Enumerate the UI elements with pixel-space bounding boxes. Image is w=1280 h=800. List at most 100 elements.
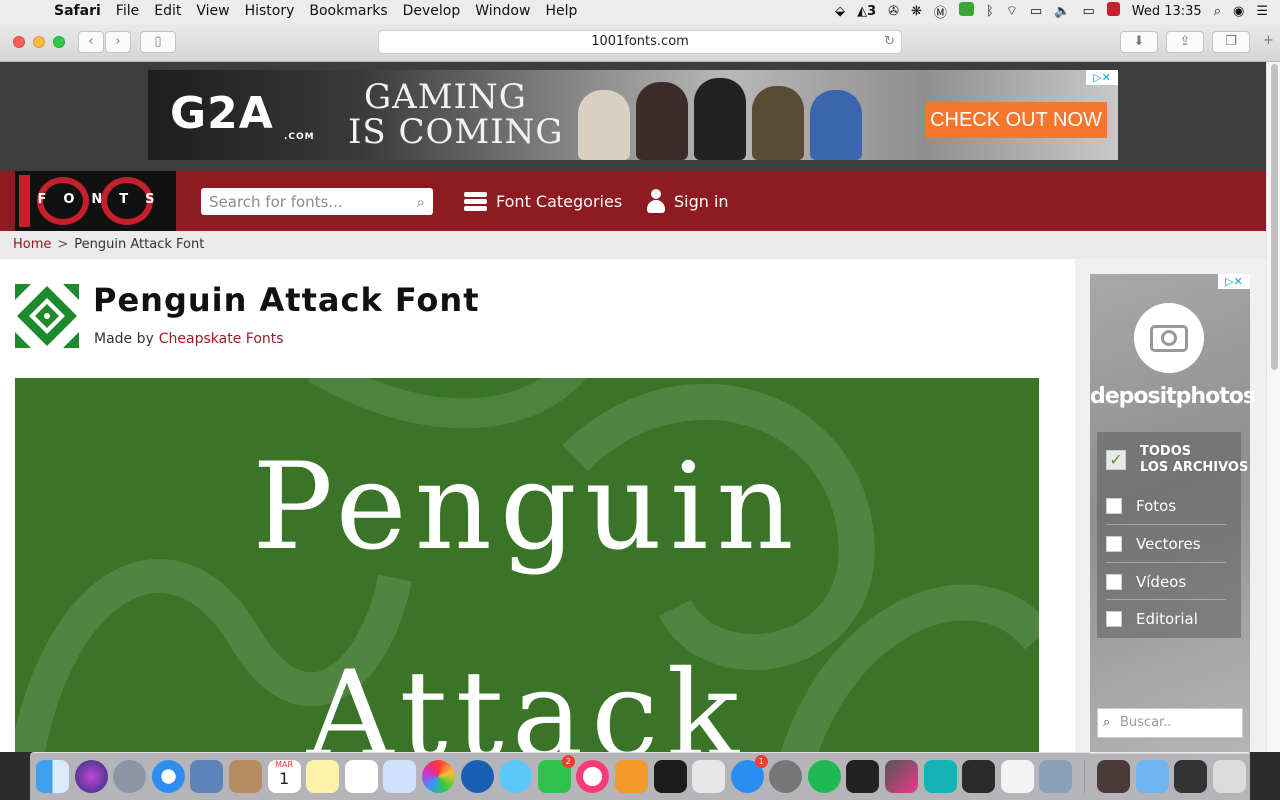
forward-button[interactable]: › [105, 31, 131, 53]
maya-icon[interactable] [923, 760, 957, 793]
notification-center-icon[interactable]: ☰ [1256, 4, 1268, 19]
ad-search-input[interactable]: ⌕ Buscar.. [1097, 708, 1243, 738]
author-link[interactable]: Cheapskate Fonts [159, 331, 284, 347]
ad-characters-image [578, 75, 908, 160]
bluetooth-icon[interactable]: ᛒ [986, 4, 994, 19]
downloads-stack-icon[interactable] [1097, 760, 1131, 793]
check-out-now-button[interactable]: CHECK OUT NOW [925, 102, 1107, 138]
trash-icon[interactable] [1212, 760, 1246, 793]
ibooks-icon[interactable] [614, 760, 648, 793]
g2a-banner-ad[interactable]: G2A .COM GAMING IS COMING CHECK OUT NOW ▷✕ [148, 70, 1118, 160]
final-cut-pro-icon[interactable] [885, 760, 919, 793]
author-avatar-icon[interactable] [15, 284, 79, 348]
menu-app-safari[interactable]: Safari [54, 3, 101, 19]
breadcrumb-home-link[interactable]: Home [13, 237, 51, 252]
share-button[interactable]: ⇪ [1166, 31, 1204, 53]
zoom-window-button[interactable] [53, 36, 65, 48]
checkbox-videos[interactable] [1106, 574, 1122, 590]
preview-icon[interactable] [383, 760, 417, 793]
siri-dock-icon[interactable] [74, 760, 108, 793]
adchoices-icon-side[interactable]: ▷✕ [1218, 274, 1250, 289]
activity-monitor-icon[interactable] [846, 760, 880, 793]
contacts-icon[interactable] [228, 760, 262, 793]
facetime-icon[interactable]: 2 [537, 755, 575, 793]
menu-bookmarks[interactable]: Bookmarks [309, 3, 387, 19]
system-preferences-icon[interactable] [769, 760, 803, 793]
dropbox-icon[interactable]: ⬙ [835, 4, 845, 19]
adobe-cc-icon[interactable]: ◭3 [857, 4, 876, 19]
menu-edit[interactable]: Edit [154, 3, 181, 19]
close-window-button[interactable] [13, 36, 25, 48]
back-button[interactable]: ‹ [78, 31, 104, 53]
downloads-button[interactable]: ⬇ [1120, 31, 1158, 53]
reload-icon[interactable]: ↻ [884, 31, 895, 53]
status-icon-2[interactable]: ❋ [911, 4, 922, 19]
checkbox-editorial[interactable] [1106, 611, 1122, 627]
minimize-window-button[interactable] [33, 36, 45, 48]
volume-icon[interactable]: 🔈 [1054, 4, 1070, 19]
checkmark-icon[interactable]: ✓ [1106, 450, 1126, 470]
input-source-icon[interactable] [1106, 2, 1120, 20]
launchpad-icon[interactable] [113, 760, 147, 793]
menu-history[interactable]: History [245, 3, 295, 19]
font-preview-image[interactable]: Penguin Attack [15, 378, 1039, 752]
status-icon-m[interactable]: Ⓜ [934, 2, 947, 21]
option-fotos[interactable]: Fotos [1106, 497, 1176, 515]
wifi-icon[interactable]: ⌔ [1006, 3, 1018, 19]
mail-bird-icon[interactable] [190, 760, 224, 793]
chevron-left-icon: ‹ [88, 34, 94, 49]
1001fonts-logo[interactable]: FONTS [15, 171, 176, 231]
screenshot-stack-icon[interactable] [1174, 760, 1208, 793]
reminders-icon[interactable] [344, 760, 378, 793]
option-videos[interactable]: Vídeos [1106, 573, 1186, 591]
spotlight-icon[interactable]: ⌕ [1214, 4, 1221, 19]
safari-icon[interactable] [151, 760, 185, 793]
spotify-icon[interactable] [807, 760, 841, 793]
status-icon-green[interactable] [958, 2, 974, 20]
battery-icon[interactable]: ▭ [1082, 4, 1094, 19]
new-tab-button[interactable]: + [1259, 31, 1278, 53]
font-search-input[interactable] [201, 188, 401, 215]
checkbox-fotos[interactable] [1106, 498, 1122, 514]
option-todos-los-archivos[interactable]: ✓ TODOS LOS ARCHIVOS [1106, 444, 1248, 476]
scrollbar-thumb[interactable] [1271, 64, 1278, 370]
checkbox-vectores[interactable] [1106, 536, 1122, 552]
terminal-icon[interactable] [653, 760, 687, 793]
sidebar-toggle-button[interactable]: ▯ [140, 31, 176, 53]
itunes-icon[interactable] [576, 760, 610, 793]
chevron-right-icon: › [115, 34, 121, 49]
unity-icon[interactable] [692, 760, 726, 793]
page-scrollbar[interactable] [1266, 62, 1280, 752]
menu-window[interactable]: Window [475, 3, 530, 19]
network-utility-icon[interactable] [1039, 760, 1073, 793]
option-editorial[interactable]: Editorial [1106, 610, 1198, 628]
depositphotos-ad[interactable]: ▷✕ depositphotos ✓ TODOS LOS ARCHIVOS Fot… [1090, 274, 1256, 754]
camera-icon [1134, 303, 1204, 373]
app-store-icon[interactable]: 1 [730, 755, 768, 793]
calendar-icon[interactable]: MAR 1 [267, 760, 301, 793]
folder-icon[interactable] [1135, 760, 1169, 793]
font-categories-menu[interactable]: Font Categories [464, 171, 622, 231]
adchoices-icon[interactable]: ▷✕ [1086, 70, 1118, 85]
search-icon[interactable]: ⌕ [417, 193, 425, 211]
status-icon-1[interactable]: ✇ [888, 4, 899, 19]
menu-develop[interactable]: Develop [403, 3, 461, 19]
textedit-icon[interactable] [1000, 760, 1034, 793]
option-vectores[interactable]: Vectores [1106, 535, 1201, 553]
menu-file[interactable]: File [116, 3, 139, 19]
photos-icon[interactable] [421, 760, 455, 793]
epic-games-icon[interactable] [962, 760, 996, 793]
breadcrumb-current: Penguin Attack Font [74, 237, 205, 252]
menu-view[interactable]: View [196, 3, 229, 19]
sourcetree-icon[interactable] [460, 760, 494, 793]
messages-icon[interactable] [499, 760, 533, 793]
sign-in-link[interactable]: Sign in [647, 171, 729, 231]
menu-help[interactable]: Help [545, 3, 577, 19]
tabs-overview-button[interactable]: ❐ [1212, 31, 1250, 53]
airplay-icon[interactable]: ▭ [1030, 4, 1042, 19]
clock[interactable]: Wed 13:35 [1132, 4, 1202, 19]
siri-icon[interactable]: ◉ [1233, 4, 1244, 19]
notes-icon[interactable] [306, 760, 340, 793]
finder-icon[interactable] [36, 760, 69, 793]
address-bar[interactable]: 1001fonts.com ↻ [378, 30, 902, 54]
